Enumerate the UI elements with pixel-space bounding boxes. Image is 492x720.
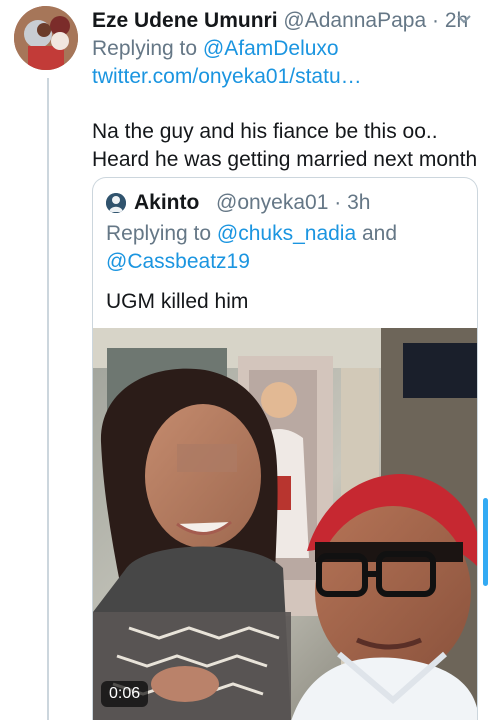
thread-line [47,78,49,720]
scrollbar-thumb[interactable] [483,498,488,586]
quoted-replying-mention[interactable]: @Cassbeatz19 [106,250,250,273]
avatar-photo [14,6,78,70]
quoted-tweet-time[interactable]: 3h [347,191,370,214]
tweet-text-line: Na the guy and his fiance be this oo.. [92,120,438,143]
tweet-header: Eze Udene Umunri @AdannaPapa · 2h [92,6,482,36]
video-frame [93,328,477,720]
replying-mention[interactable]: @AfamDeluxo [203,37,339,60]
tweet-link[interactable]: twitter.com/onyeka01/statu… [92,62,362,92]
quoted-replying-prefix: Replying to [106,222,212,245]
tweet-text-line: Heard he was getting married next month [92,148,478,171]
author-name[interactable]: Eze Udene Umunri [92,9,278,32]
video-thumbnail[interactable]: 0:06 [93,328,477,720]
quoted-tweet-card[interactable]: Akinto @onyeka01 · 3h Replying to @chuks… [92,177,478,720]
author-handle[interactable]: @AdannaPapa [283,9,426,32]
quoted-replying-to: Replying to @chuks_nadia and @Cassbeatz1… [106,220,466,276]
separator-dot: · [432,9,439,32]
chevron-down-icon[interactable] [456,11,472,27]
quoted-author-avatar[interactable] [106,193,126,213]
tweet-text: Na the guy and his fiance be this oo.. H… [92,118,487,174]
quoted-avatar-image [106,193,126,213]
replying-prefix: Replying to [92,37,198,60]
quoted-separator-dot: · [334,191,342,214]
replying-to: Replying to @AfamDeluxo [92,34,339,64]
quoted-author-handle[interactable]: @onyeka01 [216,191,328,214]
quoted-author-name[interactable]: Akinto [134,190,199,216]
quoted-replying-and: and [362,222,398,245]
video-duration: 0:06 [101,681,149,707]
author-avatar[interactable] [14,6,78,70]
quoted-replying-mention[interactable]: @chuks_nadia [217,222,356,245]
quoted-author-meta: @onyeka01 · 3h [216,190,370,216]
quoted-tweet-text: UGM killed him [106,290,249,313]
